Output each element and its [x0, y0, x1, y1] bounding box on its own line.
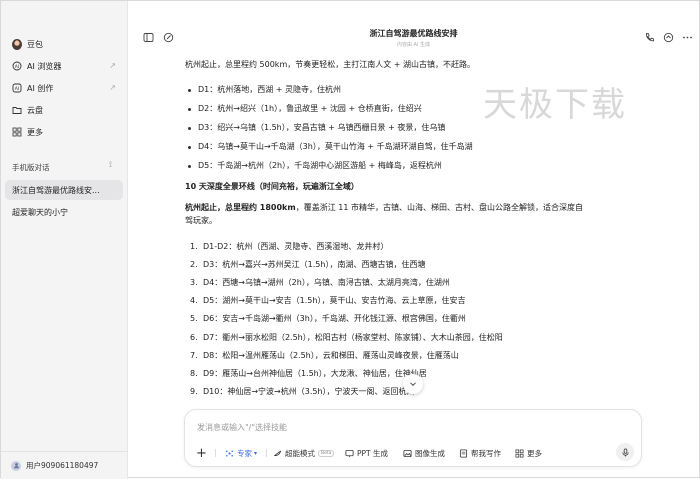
- app-window: 豆包 AI AI 浏览器 ↗ AI AI 创作 ↗ 云盘 更多 手机版对话 ⟟ …: [0, 0, 700, 479]
- conversation-item[interactable]: 超爱聊天的小宁: [5, 202, 123, 222]
- list-item: 6. D7：衢州→丽水松阳（2.5h），松阳古村（杨家堂村、陈家铺）、大木山茶园，…: [190, 333, 503, 342]
- list-item: 1. D1-D2：杭州（西湖、灵隐寺、西溪湿地、龙井村）: [190, 242, 389, 251]
- chat-title: 浙江自驾游最优路线安排: [369, 29, 458, 38]
- list-item: 5. D6：安吉→千岛湖→衢州（3h），千岛湖、开化钱江源、根宫佛国，住衢州: [190, 314, 466, 323]
- chevron-down-icon: ▾: [254, 449, 258, 457]
- list-item: D1：杭州落地，西湖 + 灵隐寺，住杭州: [187, 85, 342, 94]
- svg-text:AI: AI: [15, 86, 19, 92]
- list-item: 4. D5：湖州→莫干山→安吉（1.5h），莫干山、安吉竹海、云上草原，住安吉: [190, 296, 466, 305]
- divider: [266, 449, 267, 457]
- list-item: 2. D3：杭州→嘉兴→苏州吴江（1.5h），南湖、西塘古镇，住西塘: [190, 260, 426, 269]
- tool-more[interactable]: 更多: [515, 446, 542, 460]
- write-icon: [459, 448, 468, 458]
- sidebar-item-ai-browser[interactable]: AI AI 浏览器 ↗: [5, 56, 123, 76]
- sidebar-item-cloud-drive[interactable]: 云盘: [5, 100, 123, 120]
- phone-icon[interactable]: [643, 31, 655, 43]
- chat-header: 浙江自驾游最优路线安排 内容由 AI 生成: [128, 1, 699, 48]
- sidebar-item-more[interactable]: 更多: [5, 122, 123, 142]
- tool-super-mode[interactable]: 超能模式 Beta: [273, 446, 335, 460]
- voice-input-button[interactable]: [616, 443, 634, 461]
- list-item: 8. D9：雁荡山→台州神仙居（1.5h），大龙湫、神仙居，住神仙居: [190, 369, 427, 378]
- app-name: 豆包: [27, 39, 43, 49]
- share-icon[interactable]: [662, 31, 674, 43]
- beta-badge: Beta: [318, 449, 335, 457]
- tool-image[interactable]: 图像生成: [403, 446, 445, 460]
- sidebar-item-label: AI 创作: [27, 83, 54, 93]
- sidebar-item-ai-create[interactable]: AI AI 创作 ↗: [5, 78, 123, 98]
- grid-icon: [12, 127, 22, 137]
- ppt-icon: [345, 449, 354, 458]
- user-profile[interactable]: 用户909061180497: [1, 451, 128, 479]
- list-item: D3：绍兴→乌镇（1.5h），安昌古镇 + 乌镇西栅日景 + 夜景，住乌镇: [187, 123, 446, 132]
- message-input[interactable]: 发消息或输入"/"选择技能: [197, 422, 287, 433]
- chevron-down-icon: [410, 382, 416, 387]
- route10-heading: 10 天深度全景环线（时间充裕，玩遍浙江全域）: [185, 182, 359, 191]
- more-options-icon[interactable]: [681, 31, 693, 43]
- conversation-item[interactable]: 浙江自驾游最优路线安...: [5, 180, 123, 200]
- user-name: 用户909061180497: [26, 461, 99, 470]
- microphone-icon: [621, 447, 629, 457]
- user-avatar-icon: [11, 460, 21, 471]
- folder-icon: [12, 105, 22, 115]
- ai-browser-icon: AI: [12, 61, 22, 71]
- list-item: D5：千岛湖→杭州（2h），千岛湖中心湖区游船 + 梅峰岛，返程杭州: [188, 161, 442, 170]
- sidebar-item-label: 更多: [27, 127, 43, 137]
- route5-intro: 杭州起止，总里程约 500km，节奏更轻松，主打江南人文 + 湖山古镇，不赶路。: [185, 60, 476, 69]
- sidebar-item-label: 云盘: [27, 105, 43, 115]
- list-item: 9. D10：神仙居→宁波→杭州（3.5h），宁波天一阁、返回杭州: [190, 387, 415, 396]
- chat-content: 杭州起止，总里程约 500km，节奏更轻松，主打江南人文 + 湖山古镇，不赶路。…: [128, 47, 699, 411]
- app-avatar-icon: [12, 38, 22, 50]
- image-icon: [403, 449, 412, 458]
- section-title: 手机版对话: [12, 163, 50, 172]
- conversation-label: 浙江自驾游最优路线安...: [12, 185, 100, 195]
- list-item: D4：乌镇→莫干山→千岛湖（3h），莫干山竹海 + 千岛湖环湖自驾，住千岛湖: [188, 142, 473, 151]
- plus-icon: +: [196, 445, 207, 461]
- conversation-label: 超爱聊天的小宁: [12, 207, 68, 217]
- tool-ppt[interactable]: PPT 生成: [345, 446, 388, 460]
- list-item: D2：杭州→绍兴（1h），鲁迅故里 + 沈园 + 仓桥直街，住绍兴: [188, 104, 422, 113]
- sidebar-item-label: AI 浏览器: [27, 61, 62, 71]
- list-item: 7. D8：松阳→温州雁荡山（2.5h），云和梯田、雁荡山灵峰夜景，住雁荡山: [190, 351, 459, 360]
- tool-expert[interactable]: 专家 ▾: [225, 446, 257, 460]
- scroll-down-button[interactable]: [403, 374, 423, 394]
- more-grid-icon: [515, 449, 524, 458]
- external-link-icon: ↗: [109, 61, 116, 70]
- external-link-icon: ↗: [109, 83, 116, 92]
- route10-intro: 杭州起止，总里程约 1800km，覆盖浙江 11 市精华，古镇、山海、梯田、古村…: [185, 203, 583, 212]
- ai-create-icon: AI: [12, 83, 22, 93]
- message-composer: 发消息或输入"/"选择技能 + 专家 ▾ 超能模式 Beta PPT 生成 图像…: [184, 409, 642, 467]
- route10-intro-cont: 驾玩家。: [185, 216, 217, 225]
- super-mode-icon: [273, 449, 282, 458]
- svg-text:AI: AI: [15, 64, 19, 70]
- list-item: 3. D4：西塘→乌镇→湖州（2h），乌镇、南浔古镇、太湖月亮湾，住湖州: [190, 278, 450, 287]
- tool-write[interactable]: 帮我写作: [459, 446, 501, 460]
- divider: [215, 449, 216, 457]
- pin-icon[interactable]: ⟟: [109, 160, 112, 170]
- add-attachment-button[interactable]: +: [196, 445, 207, 461]
- app-home[interactable]: 豆包: [5, 34, 123, 54]
- sidebar: 豆包 AI AI 浏览器 ↗ AI AI 创作 ↗ 云盘 更多 手机版对话 ⟟ …: [1, 1, 128, 479]
- expert-icon: [225, 449, 234, 458]
